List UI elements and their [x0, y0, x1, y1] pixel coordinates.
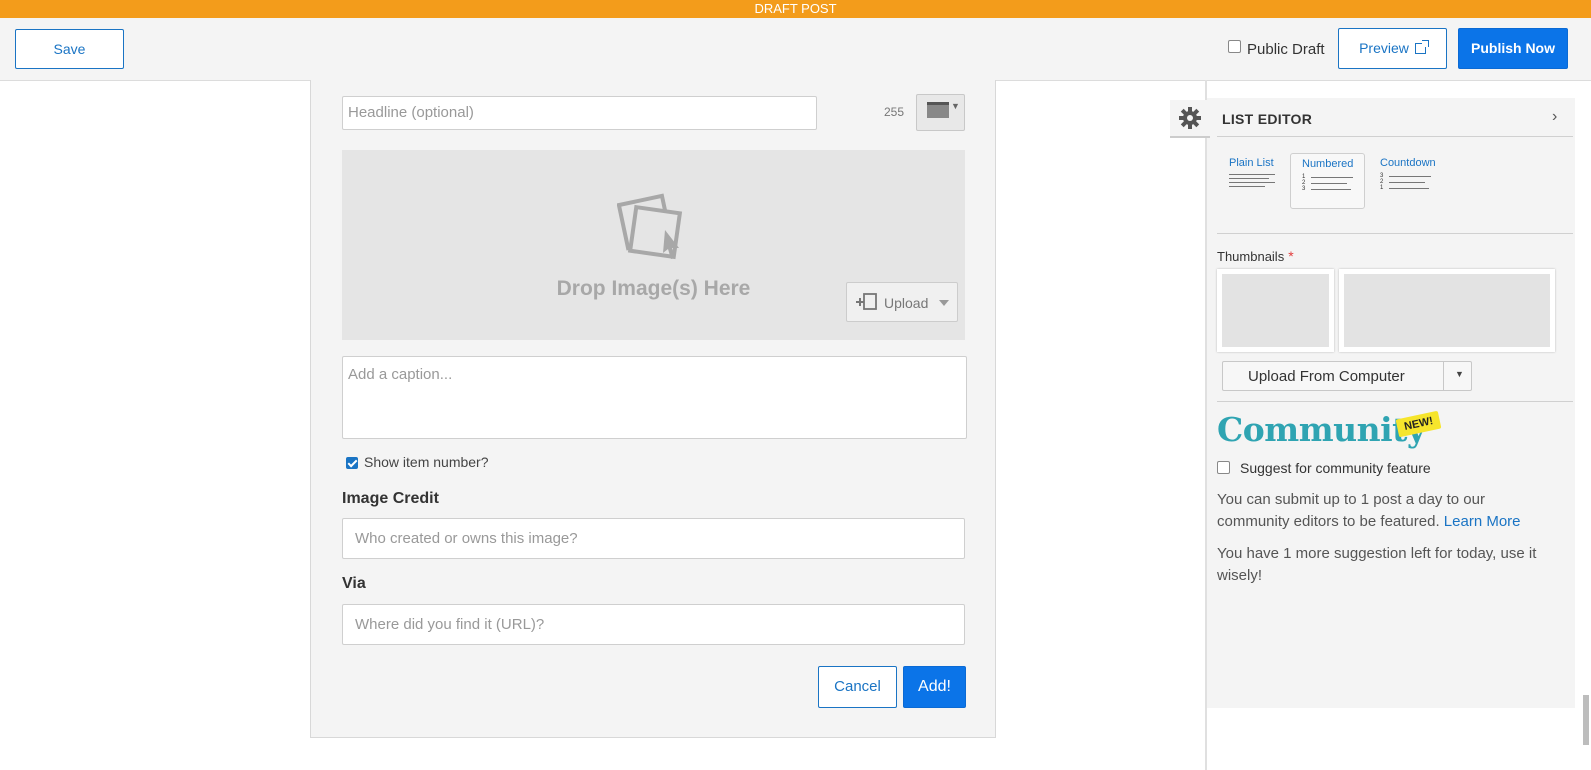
required-marker: *	[1288, 248, 1294, 264]
image-credit-label: Image Credit	[342, 490, 439, 507]
caret-down-icon: ▼	[951, 101, 960, 111]
list-type-numbered-label: Numbered	[1302, 158, 1354, 170]
thumbnail-wide[interactable]	[1339, 269, 1555, 352]
thumbnails-label: Thumbnails *	[1217, 248, 1294, 264]
suggest-community-toggle[interactable]: Suggest for community feature	[1217, 460, 1431, 476]
drop-images-icon	[617, 193, 683, 260]
plain-list-icon	[1229, 174, 1293, 187]
upload-label: Upload	[884, 295, 929, 311]
suggestions-left-text: You have 1 more suggestion left for toda…	[1217, 545, 1537, 584]
suggest-community-checkbox[interactable]	[1217, 461, 1230, 474]
headline-input[interactable]: Headline (optional)	[342, 96, 817, 130]
thumbnail-square[interactable]	[1217, 269, 1334, 352]
image-credit-input[interactable]: Who created or owns this image?	[342, 518, 965, 559]
numbered-list-icon: 1 2 3	[1302, 174, 1364, 192]
via-url-input[interactable]: Where did you find it (URL)?	[342, 604, 965, 645]
list-type-countdown[interactable]: Countdown 3 2 1	[1369, 153, 1444, 209]
preview-label: Preview	[1359, 40, 1409, 56]
suggest-community-label: Suggest for community feature	[1240, 460, 1431, 476]
list-type-plain-label: Plain List	[1229, 157, 1274, 169]
show-item-number-checkbox[interactable]	[346, 457, 358, 469]
public-draft-label: Public Draft	[1247, 41, 1325, 58]
via-label: Via	[342, 575, 366, 592]
public-draft-toggle[interactable]: Public Draft	[1228, 40, 1325, 58]
list-type-plain[interactable]: Plain List	[1218, 153, 1293, 209]
upload-button[interactable]: Upload	[846, 282, 958, 322]
caret-down-icon[interactable]: ▼	[1455, 369, 1464, 379]
add-button[interactable]: Add!	[903, 666, 966, 708]
divider	[1217, 233, 1573, 234]
save-button[interactable]: Save	[15, 29, 124, 69]
draft-post-banner: DRAFT POST	[0, 0, 1591, 18]
community-info-text: You can submit up to 1 post a day to our…	[1217, 491, 1521, 530]
image-dropzone[interactable]: Drop Image(s) Here Upload	[342, 150, 965, 340]
preview-button[interactable]: Preview	[1338, 28, 1447, 69]
publish-now-button[interactable]: Publish Now	[1458, 28, 1568, 69]
learn-more-link[interactable]: Learn More	[1444, 513, 1521, 530]
list-type-numbered[interactable]: Numbered 1 2 3	[1290, 153, 1365, 209]
media-type-dropdown[interactable]: ▼	[916, 94, 965, 131]
upload-from-computer-label: Upload From Computer	[1248, 368, 1405, 385]
add-file-icon	[856, 293, 877, 310]
community-logo: Community	[1217, 410, 1426, 449]
gear-icon	[1179, 107, 1201, 129]
show-item-number-toggle[interactable]: Show item number?	[346, 454, 489, 470]
external-link-icon	[1414, 40, 1429, 54]
caption-textarea[interactable]: Add a caption...	[342, 356, 967, 439]
list-type-countdown-label: Countdown	[1380, 157, 1436, 169]
image-icon	[927, 102, 949, 118]
chevron-down-icon	[939, 300, 949, 306]
settings-tab[interactable]	[1170, 100, 1210, 138]
divider	[1217, 136, 1573, 137]
public-draft-checkbox[interactable]	[1228, 40, 1241, 53]
page-scrollbar[interactable]	[1583, 695, 1589, 745]
countdown-list-icon: 3 2 1	[1380, 173, 1444, 191]
divider	[1217, 401, 1573, 402]
toolbar: Save Public Draft Preview Publish Now	[0, 18, 1591, 81]
chevron-right-icon[interactable]: ›	[1552, 108, 1557, 126]
headline-char-counter: 255	[884, 105, 905, 119]
show-item-number-label: Show item number?	[364, 454, 489, 470]
upload-from-computer-button[interactable]: Upload From Computer ▼	[1222, 361, 1472, 391]
list-editor-title: LIST EDITOR	[1222, 111, 1313, 127]
cancel-button[interactable]: Cancel	[818, 666, 897, 708]
